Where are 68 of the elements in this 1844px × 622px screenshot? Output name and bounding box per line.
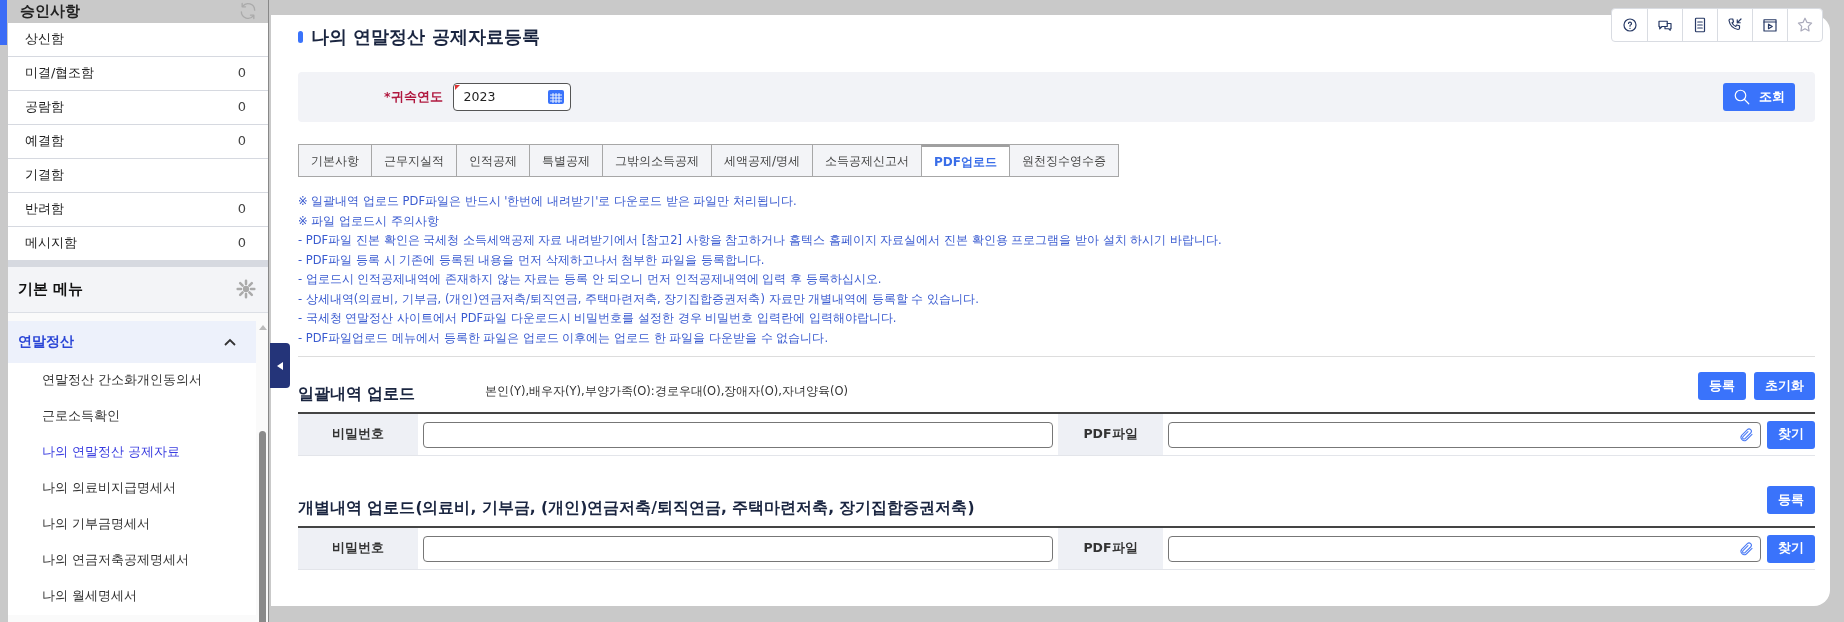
star-icon	[1796, 16, 1814, 34]
tab[interactable]: 원천징수영수증	[1009, 144, 1119, 177]
password-field[interactable]	[423, 535, 1053, 562]
page-title: 나의 연말정산 공제자료등록	[311, 25, 540, 49]
notice-text: - 상세내역(의료비, 기부금, (개인)연금저축/퇴직연금, 주택마련저축, 장기집합증권저축) 자료만 개별내역에 등록할 수 있습니다.	[298, 290, 980, 308]
note-text: 본인(Y),배우자(Y),부양가족(O):경로우대(O),장애자(O),자녀양육(O)	[485, 382, 848, 400]
section-title: 개별내역 업로드(의료비, 기부금, (개인)연금저축/퇴직연금, 주택마련저축, 장기집합증권저축)	[298, 497, 975, 519]
count: 0	[237, 234, 246, 253]
settings-icon	[236, 279, 256, 299]
menu-item[interactable]: 나의 월세명세서	[42, 587, 137, 606]
tab[interactable]: 근무지실적	[371, 144, 457, 177]
tab[interactable]: 기본사항	[298, 144, 372, 177]
video-icon	[1761, 16, 1779, 34]
notice-text: - 업로드시 인적공제내역에 존재하지 않는 자료는 등록 안 되오니 먼저 인적공제내역에 입력 후 등록하십시오.	[298, 271, 883, 288]
notice-text: - PDF파일 진본 확인은 국세청 소득세액공제 자료 내려받기에서 [참고2] 사항을 참고하거나 홈텍스 홈페이지 자료실에서 진본 확인용 프로그램을 받아 설치 하시기 바랍니다.	[298, 232, 1223, 249]
tab[interactable]: 그밖의소득공제	[602, 144, 712, 177]
field-label: 비밀번호	[298, 528, 418, 569]
find-button[interactable]: 찾기	[1767, 534, 1815, 563]
tab[interactable]: 인적공제	[456, 144, 530, 177]
action-button[interactable]: 등록	[1767, 486, 1815, 514]
menu-item[interactable]: 나의 의료비지급명세서	[42, 479, 176, 498]
tab[interactable]: 세액공제/명세	[711, 144, 814, 177]
paperclip-icon	[1738, 540, 1754, 557]
year-field[interactable]: 2023	[452, 83, 571, 111]
menu-item[interactable]: 나의 연말정산 공제자료	[42, 443, 180, 462]
caret-left-icon	[277, 361, 283, 370]
menu-item[interactable]: 연말정산 간소화개인동의서	[42, 371, 202, 390]
calendar-icon	[547, 90, 564, 104]
field-label: 비밀번호	[298, 414, 418, 455]
section-title: 일괄내역 업로드	[298, 383, 416, 405]
menu-item[interactable]: 나의 기부금명세서	[42, 515, 150, 534]
section-title: 승인사항	[20, 1, 80, 22]
count: 0	[237, 98, 246, 117]
action-button[interactable]: 초기화	[1754, 372, 1815, 400]
count: 0	[237, 132, 246, 151]
tab[interactable]: PDF업로드	[921, 144, 1010, 177]
tab[interactable]: 특별공제	[529, 144, 603, 177]
refresh-icon	[238, 1, 258, 22]
count: 0	[237, 64, 246, 83]
title-marker	[298, 30, 303, 43]
scrollbar-thumb[interactable]	[259, 430, 266, 622]
chevron-up-icon	[224, 337, 236, 346]
section-title: 기본 메뉴	[18, 278, 84, 300]
menu-item[interactable]: 근로소득확인	[42, 407, 120, 426]
notice-text: - 국세청 연말정산 사이트에서 PDF파일 다운로드시 비밀번호를 설정한 경우 비밀번호 입력란에 입력해야랍니다.	[298, 310, 898, 327]
approval-item[interactable]: 상신함	[8, 22, 268, 57]
count: 0	[237, 200, 246, 219]
menu-item[interactable]: 나의 연금저축공제명세서	[42, 551, 189, 570]
field-label: PDF파일	[1058, 414, 1163, 455]
field-label: *귀속연도	[384, 87, 443, 106]
action-button[interactable]: 등록	[1698, 372, 1746, 400]
notice-text: - PDF파일 등록 시 기존에 등록된 내용을 먼저 삭제하고나서 첨부한 파일을 등록합니다.	[298, 251, 766, 269]
help-icon	[1620, 16, 1639, 34]
notice-text: - PDF파일업로드 메뉴에서 등록한 파일은 업로드 이후에는 업로드 한 파일을 다운받을 수 없습니다.	[298, 329, 830, 347]
file-field[interactable]	[1168, 421, 1761, 448]
tab[interactable]: 소득공제신고서	[812, 144, 923, 177]
notice-text: ※ 파일 업로드시 주의사항	[298, 212, 440, 230]
search-icon	[1733, 88, 1751, 106]
find-button[interactable]: 찾기	[1767, 420, 1815, 449]
notice-text: ※ 일괄내역 업로드 PDF파일은 반드시 '한번에 내려받기'로 다운로드 받은 파일만 처리됩니다.	[298, 193, 798, 210]
password-field[interactable]	[423, 421, 1053, 448]
menu-group[interactable]: 연말정산	[8, 320, 256, 363]
collapse-button[interactable]	[270, 343, 290, 388]
field-label: PDF파일	[1058, 528, 1163, 569]
paperclip-icon	[1738, 426, 1754, 443]
active-indicator	[0, 0, 7, 45]
search-button[interactable]: 조회	[1723, 83, 1795, 111]
file-field[interactable]	[1168, 535, 1761, 562]
